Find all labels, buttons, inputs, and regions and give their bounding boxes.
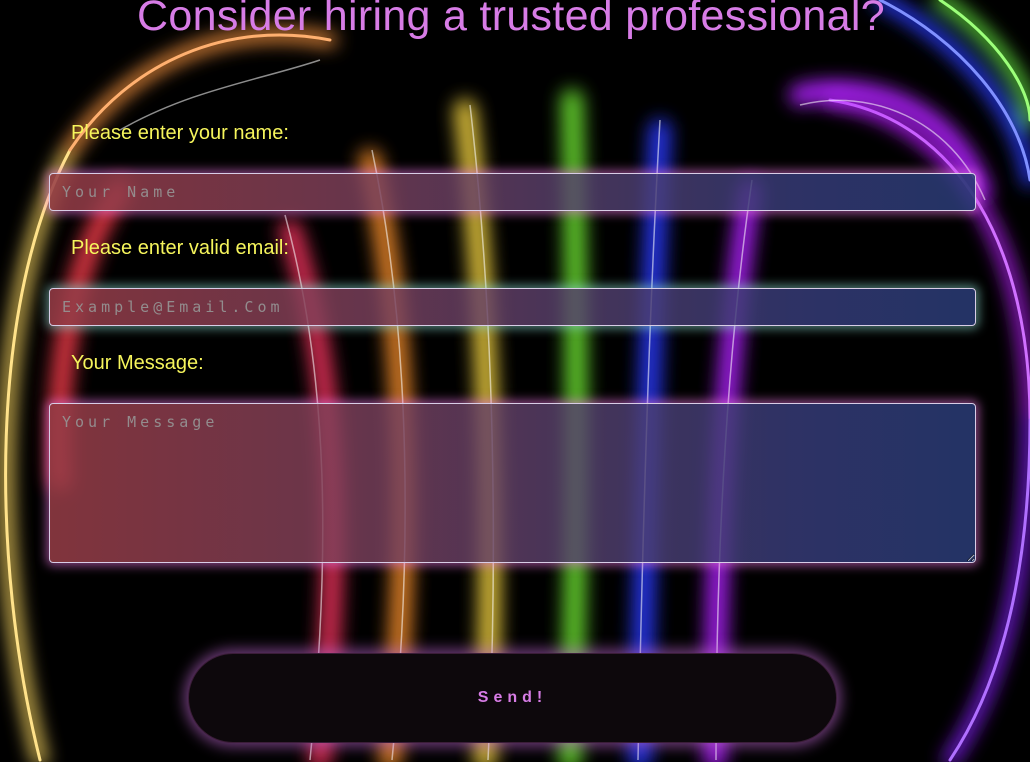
send-button[interactable]: Send! bbox=[188, 653, 837, 743]
page-title: Consider hiring a trusted professional? bbox=[137, 0, 885, 40]
message-label: Your Message: bbox=[71, 352, 204, 374]
name-input[interactable] bbox=[49, 173, 976, 211]
email-input[interactable] bbox=[49, 288, 976, 326]
name-label: Please enter your name: bbox=[71, 122, 289, 144]
contact-page: Consider hiring a trusted professional? … bbox=[0, 0, 1030, 762]
neon-background-decoration bbox=[0, 0, 1030, 762]
email-label: Please enter valid email: bbox=[71, 237, 289, 259]
message-textarea[interactable] bbox=[49, 403, 976, 563]
